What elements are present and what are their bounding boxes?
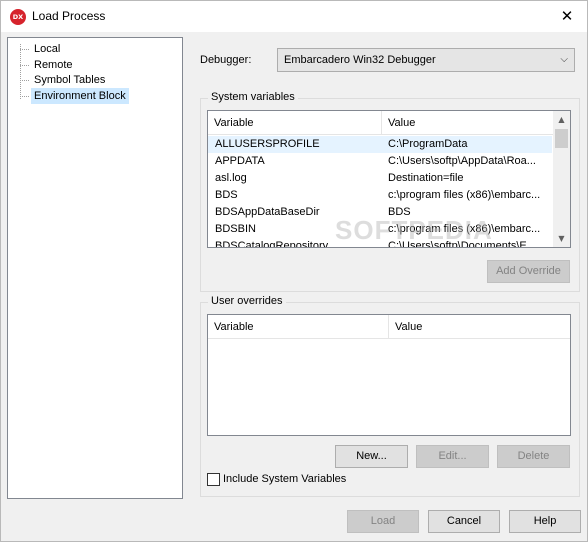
scrollbar-thumb[interactable]: [555, 129, 568, 148]
system-variables-list[interactable]: Variable Value ALLUSERSPROFILE C:\Progra…: [207, 110, 571, 248]
variable-cell: BDSAppDataBaseDir: [215, 206, 320, 218]
window-title: Load Process: [32, 9, 106, 23]
tree-item-label: Environment Block: [31, 88, 129, 104]
table-row[interactable]: APPDATA C:\Users\softp\AppData\Roa...: [208, 153, 552, 170]
table-row[interactable]: ALLUSERSPROFILE C:\ProgramData: [208, 136, 552, 153]
tree-connector: [20, 49, 29, 50]
value-cell: c:\program files (x86)\embarc...: [388, 189, 541, 201]
column-header-value[interactable]: Value: [389, 315, 570, 339]
delete-override-button[interactable]: Delete: [497, 445, 570, 468]
tree-connector: [20, 65, 29, 66]
scroll-down-arrow-icon[interactable]: ▼: [553, 230, 570, 247]
value-cell: C:\ProgramData: [388, 138, 468, 150]
chevron-down-icon: ⌵: [560, 54, 568, 65]
variable-cell: asl.log: [215, 172, 247, 184]
user-overrides-title: User overrides: [208, 295, 286, 307]
debugger-select[interactable]: Embarcadero Win32 Debugger ⌵: [277, 48, 575, 72]
cancel-button[interactable]: Cancel: [428, 510, 500, 533]
category-tree: Local Remote Symbol Tables Environment B…: [7, 37, 183, 499]
variable-cell: BDSCatalogRepository: [215, 240, 329, 248]
add-override-button[interactable]: Add Override: [487, 260, 570, 283]
table-row[interactable]: asl.log Destination=file: [208, 170, 552, 187]
tree-connector: [20, 80, 29, 81]
help-button[interactable]: Help: [509, 510, 581, 533]
app-logo-icon: DX: [10, 9, 26, 25]
user-overrides-list[interactable]: Variable Value: [207, 314, 571, 436]
column-header-variable[interactable]: Variable: [208, 315, 389, 339]
tree-item-label: Local: [34, 43, 61, 55]
tree-connector: [20, 96, 29, 97]
table-row[interactable]: BDS c:\program files (x86)\embarc...: [208, 187, 552, 204]
load-button[interactable]: Load: [347, 510, 419, 533]
column-header-variable[interactable]: Variable: [208, 111, 382, 135]
column-header-value[interactable]: Value: [382, 111, 555, 135]
variable-cell: BDSBIN: [215, 223, 256, 235]
tree-item-label: Remote: [34, 59, 73, 71]
debugger-label: Debugger:: [200, 54, 252, 66]
table-row[interactable]: BDSAppDataBaseDir BDS: [208, 204, 552, 221]
value-cell: Destination=file: [388, 172, 464, 184]
tree-item-label: Symbol Tables: [34, 74, 106, 86]
include-system-variables-checkbox[interactable]: [207, 473, 220, 486]
variable-cell: BDS: [215, 189, 238, 201]
variable-cell: ALLUSERSPROFILE: [215, 138, 320, 150]
close-button[interactable]: ✕: [553, 3, 581, 29]
table-row[interactable]: BDSCatalogRepository C:\Users\softp\Docu…: [208, 238, 552, 248]
value-cell: c:\program files (x86)\embarc...: [388, 223, 541, 235]
edit-override-button[interactable]: Edit...: [416, 445, 489, 468]
include-system-variables-label[interactable]: Include System Variables: [223, 473, 346, 485]
debugger-select-value: Embarcadero Win32 Debugger: [284, 54, 436, 66]
title-bar: DX Load Process ✕: [1, 1, 587, 32]
variable-cell: APPDATA: [215, 155, 265, 167]
table-row[interactable]: BDSBIN c:\program files (x86)\embarc...: [208, 221, 552, 238]
value-cell: BDS: [388, 206, 411, 218]
value-cell: C:\Users\softp\Documents\E...: [388, 240, 536, 248]
load-process-dialog: DX Load Process ✕ Local Remote Symbol Ta…: [0, 0, 588, 542]
list-header: Variable Value: [208, 111, 570, 135]
tree-connector-line: [20, 44, 21, 99]
system-variables-title: System variables: [208, 91, 298, 103]
vertical-scrollbar[interactable]: ▲ ▼: [553, 111, 570, 247]
scroll-up-arrow-icon[interactable]: ▲: [553, 111, 570, 128]
value-cell: C:\Users\softp\AppData\Roa...: [388, 155, 536, 167]
list-header: Variable Value: [208, 315, 570, 339]
new-override-button[interactable]: New...: [335, 445, 408, 468]
